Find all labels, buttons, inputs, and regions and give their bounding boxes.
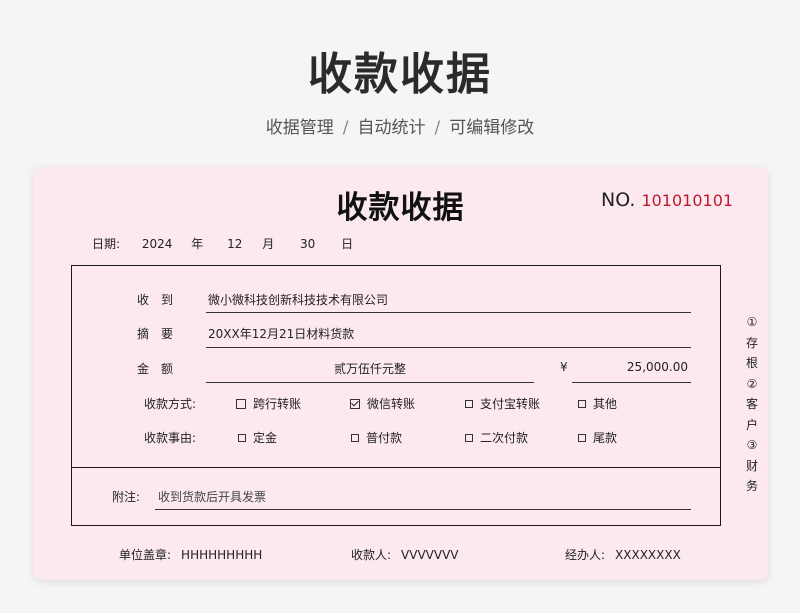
payment-reason-option-regular[interactable]: 普付款 [351,429,402,446]
checkbox-icon[interactable] [465,433,473,442]
footer-seal: 单位盖章: HHHHHHHHH [119,546,262,563]
seal-label: 单位盖章: [119,548,172,562]
option-label: 支付宝转账 [480,397,541,411]
side-note-char: 客 [745,397,758,411]
option-label: 其他 [593,397,618,411]
amount-label: 金 额 [137,362,174,376]
summary-label: 摘 要 [137,327,174,341]
date-month[interactable]: 12 [227,237,242,251]
date-year[interactable]: 2024 [142,237,173,251]
received-from-value[interactable]: 微小微科技创新科技技术有限公司 [208,291,388,308]
payment-reason-option-deposit[interactable]: 定金 [238,429,277,446]
feature-auto-statistics: 自动统计 [357,118,426,138]
option-label: 定金 [253,431,278,445]
amount-in-words[interactable]: 贰万伍仟元整 [206,360,534,377]
side-note-char: 根 [745,356,758,370]
checkbox-icon[interactable] [578,433,586,442]
side-note-char: 户 [745,417,758,432]
payee-value[interactable]: VVVVVVV [401,548,458,562]
option-label: 微信转账 [367,397,416,411]
feature-receipt-management: 收据管理 [265,118,334,138]
date-year-unit: 年 [191,237,204,251]
date-row: 日期: 2024 年 12 月 30 日 [92,235,353,252]
option-label: 跨行转账 [253,397,302,411]
summary-value[interactable]: 20XX年12月21日材料货款 [208,325,354,342]
checkbox-icon[interactable] [238,433,246,442]
receipt-body: 收 到 微小微科技创新科技技术有限公司 摘 要 20XX年12月21日材料货款 … [71,265,721,526]
side-note-char: ① [746,315,758,329]
option-label: 普付款 [366,431,403,445]
copy-distribution-note: ① 存 根 ② 客 户 ③ 财 务 [744,312,760,497]
page-title: 收款收据 [308,49,492,100]
received-from-underline [206,312,691,313]
footer-handler: 经办人: XXXXXXXX [565,546,681,563]
option-label: 二次付款 [480,431,529,445]
separator: / [434,118,441,138]
payee-label: 收款人: [351,548,392,562]
payment-method-option-wechat[interactable]: 微信转账 [350,395,415,412]
checkbox-icon[interactable] [465,399,473,408]
side-note-char: 财 [745,458,758,473]
checkbox-icon[interactable] [578,399,586,408]
payment-reason-label: 收款事由: [144,431,197,445]
payment-method-label: 收款方式: [144,397,197,411]
checked-checkbox-icon[interactable] [350,398,360,409]
option-label: 尾款 [593,431,618,445]
currency-symbol: ¥ [560,360,568,374]
side-note-char: 务 [745,479,758,493]
amount-words-underline [206,382,534,383]
note-underline [155,509,691,510]
seal-value[interactable]: HHHHHHHHH [181,548,262,562]
divider [72,467,720,468]
handler-label: 经办人: [565,548,606,562]
received-from-label: 收 到 [137,293,174,307]
summary-underline [206,347,691,348]
checkbox-icon[interactable] [351,433,359,442]
note-value[interactable]: 收到货款后开具发票 [158,488,266,505]
amount-number[interactable]: 25,000.00 [572,360,688,374]
date-day[interactable]: 30 [300,237,315,251]
receipt-number-value[interactable]: 101010101 [641,191,733,210]
amount-number-underline [572,382,691,383]
checkbox-icon[interactable] [236,398,246,409]
handler-value[interactable]: XXXXXXXX [615,548,681,562]
note-label: 附注: [112,490,141,504]
footer-payee: 收款人: VVVVVVV [351,546,459,563]
receipt-number-label: NO. [601,189,636,211]
side-note-char: 存 [745,335,758,350]
date-day-unit: 日 [341,237,354,251]
receipt-number: NO. 101010101 [601,189,733,211]
payment-reason-option-second[interactable]: 二次付款 [465,429,528,446]
payment-reason-option-final[interactable]: 尾款 [578,429,617,446]
feature-subtitle: 收据管理 / 自动统计 / 可编辑修改 [0,113,800,138]
separator: / [342,118,349,138]
receipt-card: 收款收据 NO. 101010101 日期: 2024 年 12 月 30 日 收… [33,167,768,580]
date-label: 日期: [92,237,121,251]
payment-method-option-interbank[interactable]: 跨行转账 [236,395,301,412]
feature-editable: 可编辑修改 [449,118,535,138]
date-month-unit: 月 [262,237,275,251]
side-note-char: ② [746,376,758,391]
payment-method-option-alipay[interactable]: 支付宝转账 [465,395,540,412]
payment-method-option-other[interactable]: 其他 [578,395,617,412]
side-note-char: ③ [746,438,758,452]
